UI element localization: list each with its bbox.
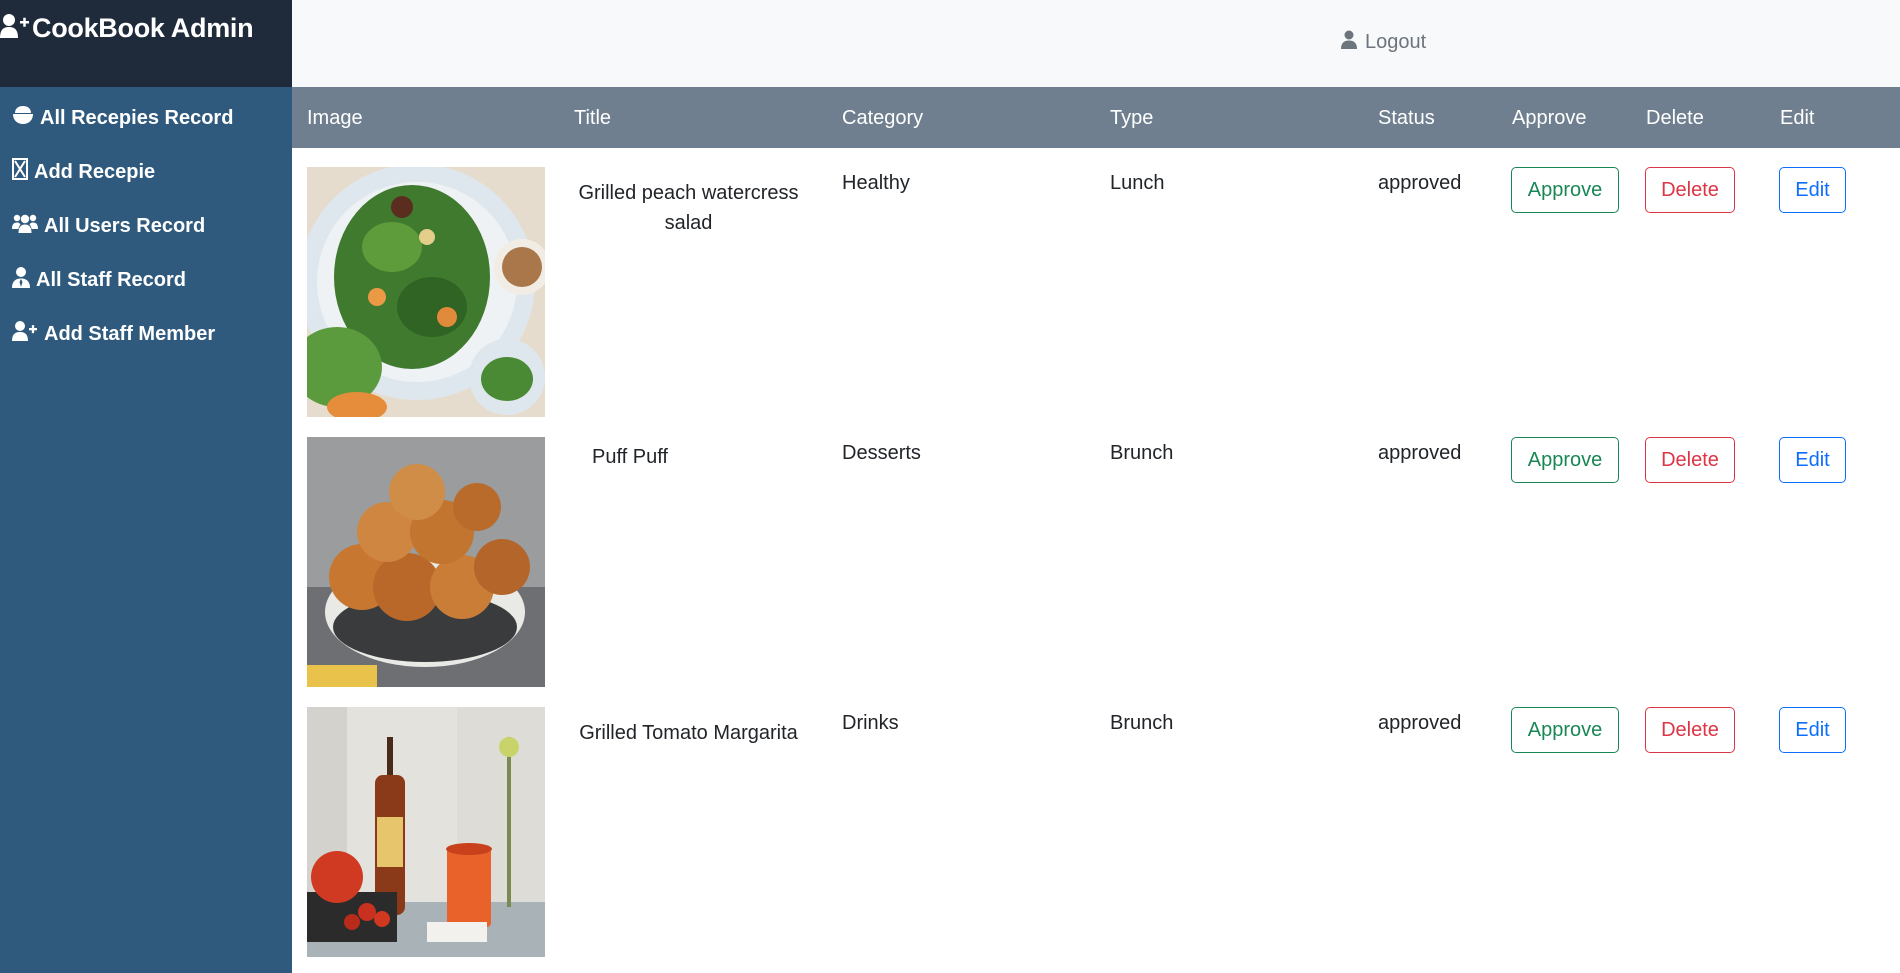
sidebar-item-label: All Recepies Record <box>40 106 234 129</box>
table-row: Grilled Tomato Margarita Drinks Brunch a… <box>292 688 1900 958</box>
approve-button[interactable]: Approve <box>1511 707 1619 753</box>
sidebar-item-label: Add Recepie <box>34 160 156 183</box>
recipe-title: Grilled Tomato Margarita <box>579 722 798 744</box>
column-header-image: Image <box>307 107 363 129</box>
brand-bar: CookBook Admin <box>0 0 292 87</box>
recipe-status: approved <box>1378 172 1462 194</box>
delete-button[interactable]: Delete <box>1645 707 1735 753</box>
user-plus-icon <box>12 320 44 348</box>
sidebar-item-all-staff[interactable]: All Staff Record <box>12 260 186 300</box>
hourglass-icon <box>12 158 34 186</box>
sidebar-item-label: All Staff Record <box>36 268 187 291</box>
users-icon <box>12 213 44 239</box>
delete-button[interactable]: Delete <box>1645 437 1735 483</box>
recipe-type: Lunch <box>1110 172 1165 194</box>
recipe-status: approved <box>1378 442 1462 464</box>
column-header-category: Category <box>842 107 924 129</box>
column-header-type: Type <box>1110 107 1154 129</box>
edit-button[interactable]: Edit <box>1779 437 1846 483</box>
table-row: Puff Puff Desserts Brunch approved Appro… <box>292 418 1900 688</box>
recipe-category: Drinks <box>842 712 899 734</box>
sidebar-item-label: Add Staff Member <box>44 322 216 345</box>
sidebar-item-label: All Users Record <box>44 214 206 237</box>
staff-icon <box>12 266 36 294</box>
recipe-image <box>307 437 545 687</box>
sidebar-item-all-recepies[interactable]: All Recepies Record <box>12 98 233 138</box>
recipe-category: Desserts <box>842 442 921 464</box>
recipe-status: approved <box>1378 712 1462 734</box>
column-header-approve: Approve <box>1512 107 1587 129</box>
logout-label: Logout <box>1365 31 1427 53</box>
sidebar-item-add-staff[interactable]: Add Staff Member <box>12 314 215 354</box>
column-header-delete: Delete <box>1646 107 1704 129</box>
brand-title[interactable]: CookBook Admin <box>32 13 254 44</box>
column-header-status: Status <box>1378 107 1435 129</box>
edit-button[interactable]: Edit <box>1779 167 1846 213</box>
sidebar-item-all-users[interactable]: All Users Record <box>12 206 205 246</box>
column-header-title: Title <box>574 107 612 129</box>
recipe-image <box>307 707 545 957</box>
sidebar-item-add-recepie[interactable]: Add Recepie <box>12 152 155 192</box>
table-header: Image Title Category Type Status Approve… <box>292 87 1900 148</box>
recipe-category: Healthy <box>842 172 910 194</box>
approve-button[interactable]: Approve <box>1511 437 1619 483</box>
delete-button[interactable]: Delete <box>1645 167 1735 213</box>
recipe-title: Grilled peach watercress salad <box>578 182 799 234</box>
sidebar: All Recepies Record Add Recepie All User… <box>0 87 292 973</box>
table-row: Grilled peach watercress salad Healthy L… <box>292 148 1900 418</box>
topbar: Logout <box>292 0 1900 87</box>
bowl-icon <box>12 105 40 131</box>
approve-button[interactable]: Approve <box>1511 167 1619 213</box>
user-icon <box>1341 30 1365 55</box>
column-header-edit: Edit <box>1780 107 1815 129</box>
recipe-type: Brunch <box>1110 712 1174 734</box>
recipe-title: Puff Puff <box>592 446 668 468</box>
recipe-image <box>307 167 545 417</box>
user-plus-icon <box>0 13 30 44</box>
recipe-type: Brunch <box>1110 442 1174 464</box>
logout-link[interactable]: Logout <box>1341 30 1426 55</box>
edit-button[interactable]: Edit <box>1779 707 1846 753</box>
